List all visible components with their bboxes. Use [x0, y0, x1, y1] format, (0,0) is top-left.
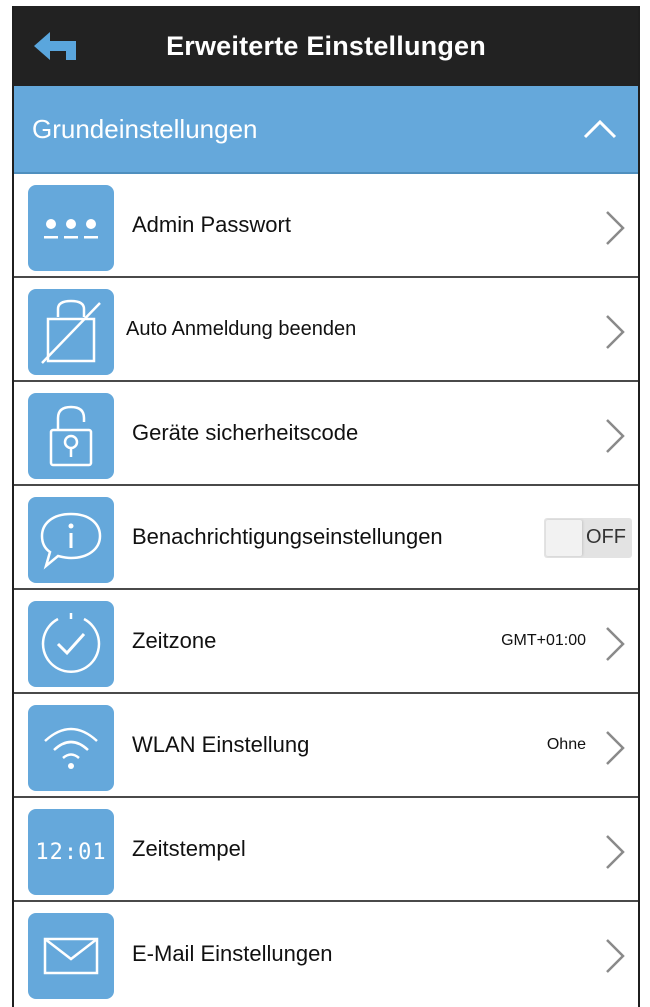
row-label: Auto Anmeldung beenden: [126, 317, 357, 340]
row-value: GMT+01:00: [501, 632, 586, 649]
notification-toggle[interactable]: OFF: [544, 518, 632, 558]
row-label: Admin Passwort: [132, 212, 291, 237]
row-label: Geräte sicherheitscode: [132, 420, 359, 445]
row-wlan-einstellung[interactable]: WLAN Einstellung Ohne: [14, 694, 638, 798]
row-geraete-sicherheitscode[interactable]: Geräte sicherheitscode: [14, 382, 638, 486]
back-arrow-icon: [34, 32, 76, 60]
section-label: Grundeinstellungen: [32, 113, 258, 144]
row-zeitstempel[interactable]: 12:01 Zeitstempel: [14, 798, 638, 902]
row-icon-tile: [28, 601, 114, 687]
page-title: Erweiterte Einstellungen: [166, 30, 486, 61]
digital-clock-icon: 12:01: [35, 839, 107, 865]
row-admin-passwort[interactable]: Admin Passwort: [14, 174, 638, 278]
row-icon-tile: [28, 393, 114, 479]
app-frame: Erweiterte Einstellungen Grundeinstellun…: [12, 6, 640, 1007]
info-bubble-icon: [40, 512, 102, 570]
chevron-right-icon: [606, 419, 625, 453]
toggle-state: OFF: [586, 526, 626, 548]
row-value: Ohne: [546, 736, 586, 753]
chevron-right-icon: [606, 731, 625, 765]
row-zeitzone[interactable]: Zeitzone GMT+01:00: [14, 590, 638, 694]
chevron-right-icon: [606, 835, 625, 869]
wifi-icon: [44, 727, 98, 769]
header-bar: Erweiterte Einstellungen: [14, 6, 638, 86]
row-label: E-Mail Einstellungen: [132, 941, 333, 966]
row-label: Zeitzone: [132, 628, 217, 653]
chevron-right-icon: [606, 939, 625, 973]
envelope-icon: [43, 937, 99, 975]
row-icon-tile: [28, 705, 114, 791]
row-auto-anmeldung-beenden[interactable]: Auto Anmeldung beenden: [14, 278, 638, 382]
row-icon-tile: [28, 185, 114, 271]
section-header-grundeinstellungen[interactable]: Grundeinstellungen: [14, 86, 638, 174]
row-email-einstellungen[interactable]: E-Mail Einstellungen: [14, 902, 638, 1006]
toggle-knob: [546, 520, 582, 556]
row-label: Benachrichtigungseinstellungen: [132, 524, 443, 549]
row-icon-tile: [28, 289, 114, 375]
row-label: Zeitstempel: [132, 836, 246, 861]
chevron-up-icon: [583, 119, 617, 139]
row-icon-tile: [28, 497, 114, 583]
back-button[interactable]: [30, 24, 80, 68]
clock-check-icon: [41, 613, 101, 674]
chevron-right-icon: [606, 211, 625, 245]
row-benachrichtigungseinstellungen[interactable]: Benachrichtigungseinstellungen OFF: [14, 486, 638, 590]
chevron-right-icon: [606, 315, 625, 349]
chevron-right-icon: [606, 627, 625, 661]
padlock-icon: [49, 405, 93, 467]
password-dots-icon: [44, 219, 98, 239]
lock-disabled-icon: [41, 299, 101, 364]
row-label: WLAN Einstellung: [132, 732, 310, 757]
row-icon-tile: 12:01: [28, 809, 114, 895]
row-icon-tile: [28, 913, 114, 999]
